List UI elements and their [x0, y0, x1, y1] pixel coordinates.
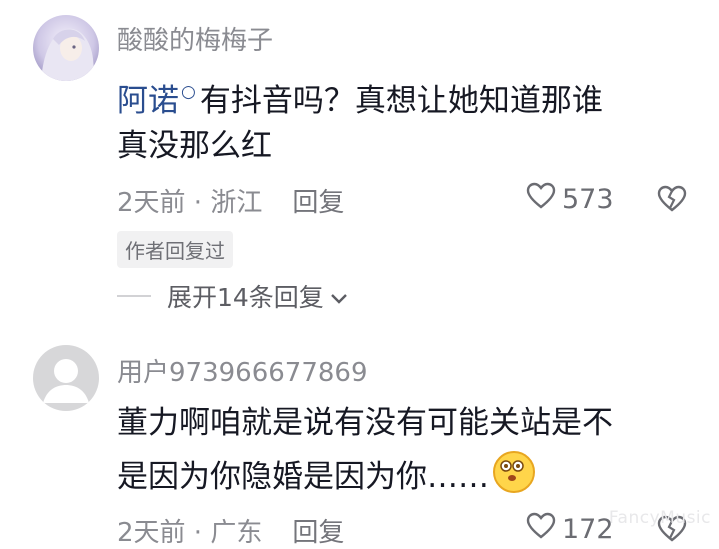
mention-link[interactable]: 阿诺: [117, 83, 179, 119]
author-replied-badge: 作者回复过: [117, 231, 233, 268]
expand-replies-button[interactable]: 展开14条回复: [117, 278, 348, 314]
like-count: 573: [562, 184, 614, 215]
expand-replies-label: 展开14条回复: [167, 283, 324, 312]
reply-button[interactable]: 回复: [292, 188, 344, 218]
like-count: 172: [562, 514, 614, 545]
like-button[interactable]: 573: [526, 182, 614, 217]
divider: [117, 295, 151, 297]
comment-meta: 2天前 · 广东 回复: [117, 512, 344, 549]
time-location: 2天前 · 浙江: [117, 188, 263, 218]
watermark: FancyMusic: [608, 508, 711, 528]
search-icon: ○: [181, 82, 196, 102]
time-location: 2天前 · 广东: [117, 518, 263, 548]
chevron-down-icon: [330, 282, 348, 311]
avatar[interactable]: [33, 345, 99, 411]
broken-heart-icon: [657, 515, 687, 547]
heart-icon: [526, 512, 556, 547]
comment-text: 董力啊咱就是说有没有可能关站是不: [117, 405, 613, 441]
like-button[interactable]: 172: [526, 512, 614, 547]
comment-meta: 2天前 · 浙江 回复: [117, 182, 344, 219]
avatar[interactable]: [33, 15, 99, 81]
heart-icon: [526, 182, 556, 217]
reply-button[interactable]: 回复: [292, 518, 344, 548]
dislike-button[interactable]: [657, 185, 687, 217]
comment-text-line2: 真没那么红: [117, 128, 272, 164]
comment-username[interactable]: 酸酸的梅梅子: [117, 20, 273, 57]
comment-username[interactable]: 用户973966677869: [117, 352, 368, 389]
broken-heart-icon: [657, 185, 687, 217]
comment-text-line2: 是因为你隐婚是因为你……: [117, 449, 535, 505]
dizzy-face-emoji: [493, 451, 535, 493]
